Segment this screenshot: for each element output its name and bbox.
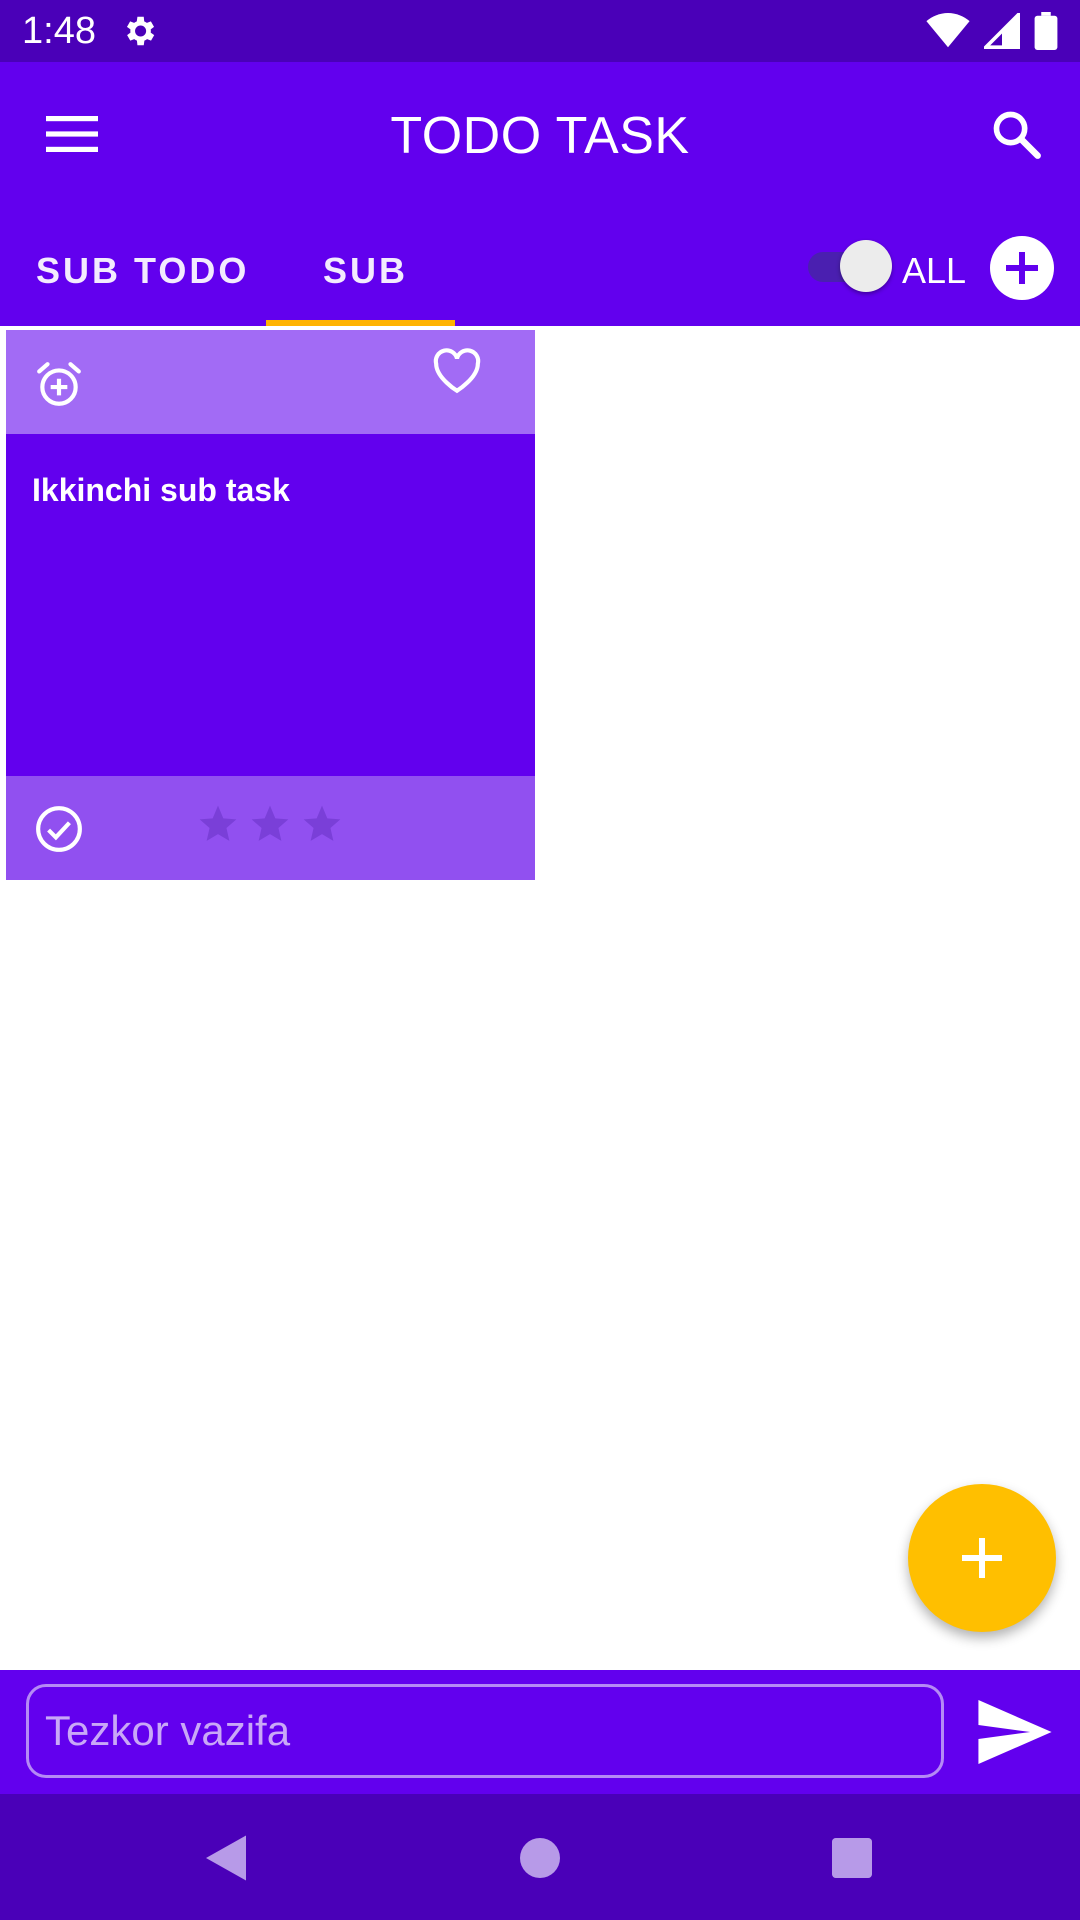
- wifi-icon: [926, 13, 970, 48]
- add-task-fab[interactable]: [908, 1484, 1056, 1632]
- app-bar: TODO TASK: [0, 62, 1080, 202]
- battery-icon: [1034, 12, 1058, 50]
- card-header: [6, 330, 535, 434]
- plus-icon: [1006, 252, 1038, 284]
- star-icon[interactable]: [248, 802, 292, 846]
- add-category-button[interactable]: [990, 236, 1054, 300]
- card-footer: [6, 776, 535, 880]
- tab-bar: SUB TODO SUB ALL: [0, 202, 1080, 326]
- plus-icon: [962, 1538, 1002, 1578]
- search-icon[interactable]: [990, 108, 1042, 160]
- favorite-heart-icon[interactable]: [432, 348, 482, 394]
- star-icon[interactable]: [300, 802, 344, 846]
- card-body: Ikkinchi sub task: [6, 434, 535, 776]
- tab-sub-todo[interactable]: SUB TODO: [36, 250, 249, 292]
- rating-stars[interactable]: [196, 802, 344, 846]
- back-icon[interactable]: [196, 1828, 256, 1888]
- switch-thumb: [840, 240, 892, 292]
- quick-task-bar: [0, 1670, 1080, 1794]
- status-time: 1:48: [22, 10, 96, 52]
- quick-task-input[interactable]: [26, 1684, 944, 1778]
- status-bar: 1:48: [0, 0, 1080, 62]
- tab-sub[interactable]: SUB: [323, 250, 408, 292]
- send-icon[interactable]: [978, 1700, 1052, 1764]
- star-icon[interactable]: [196, 802, 240, 846]
- check-circle-icon[interactable]: [34, 804, 84, 854]
- all-label: ALL: [902, 250, 967, 291]
- task-title: Ikkinchi sub task: [32, 472, 290, 508]
- system-nav-bar: [0, 1794, 1080, 1920]
- alarm-add-icon[interactable]: [34, 360, 84, 410]
- home-icon[interactable]: [510, 1828, 570, 1888]
- settings-gear-icon: [126, 16, 155, 46]
- recents-icon[interactable]: [822, 1828, 882, 1888]
- app-title: TODO TASK: [390, 107, 690, 165]
- task-card[interactable]: Ikkinchi sub task: [6, 330, 535, 880]
- cellular-signal-icon: [984, 13, 1020, 49]
- active-tab-indicator: [266, 320, 455, 326]
- all-toggle-switch[interactable]: [808, 240, 892, 292]
